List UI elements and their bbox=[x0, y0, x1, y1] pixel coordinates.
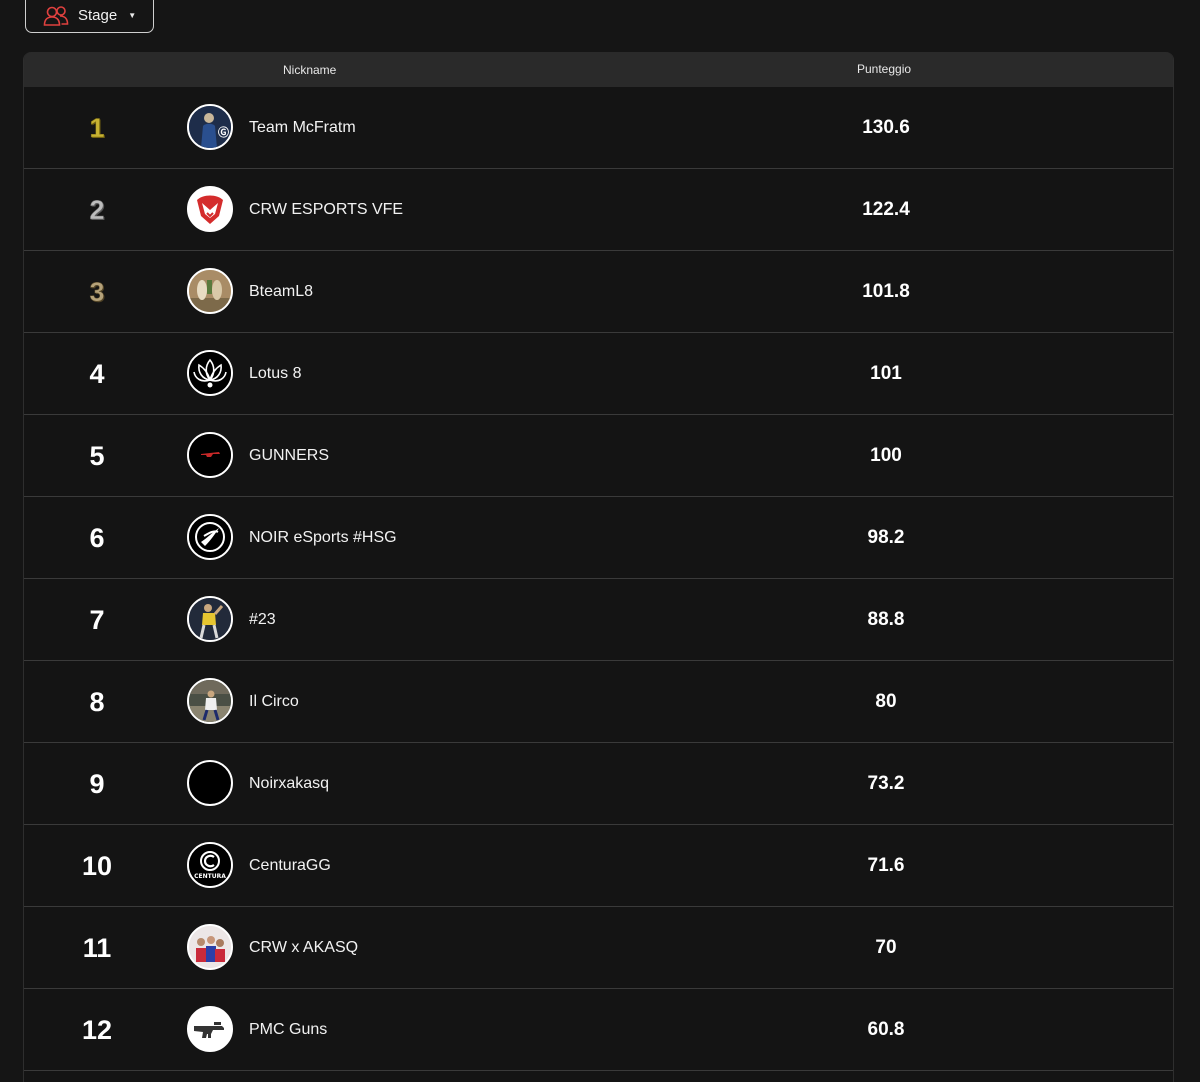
team-nickname-link[interactable]: NOIR eSports #HSG bbox=[249, 497, 397, 579]
rank-number: 12 bbox=[81, 1014, 113, 1045]
table-row[interactable]: 9 Noirxakasq 73.2 bbox=[24, 743, 1173, 825]
rank-number: 7 bbox=[89, 604, 105, 635]
table-row[interactable]: 2 CRW ESPORTS VFE 122.4 bbox=[24, 169, 1173, 251]
rank-number: 1 bbox=[89, 112, 105, 143]
table-row[interactable]: 4 Lotus 8 101 bbox=[24, 333, 1173, 415]
column-header-nickname[interactable]: Nickname bbox=[283, 63, 336, 77]
score-value: 122.4 bbox=[862, 199, 910, 220]
team-nickname-link[interactable]: CRW ESPORTS VFE bbox=[249, 169, 403, 251]
score-value: 71.6 bbox=[867, 855, 905, 876]
rank-number: 2 bbox=[89, 194, 105, 225]
score-value: 73.2 bbox=[867, 773, 905, 794]
svg-text:CENTURA: CENTURA bbox=[194, 873, 226, 880]
rank-number: 10 bbox=[81, 850, 113, 881]
column-header-score[interactable]: Punteggio bbox=[857, 62, 911, 76]
team-nickname-link[interactable]: Team McFratm bbox=[249, 87, 356, 169]
team-avatar bbox=[187, 678, 233, 724]
team-avatar: Ⓖ bbox=[187, 104, 233, 150]
team-nickname-link[interactable]: #23 bbox=[249, 579, 276, 661]
caret-down-icon: ▼ bbox=[128, 11, 137, 20]
leaderboard-table: Nickname Punteggio 1 Ⓖ Team McFratm 130.… bbox=[23, 52, 1174, 1082]
table-row[interactable]: 12 PMC Guns 60.8 bbox=[24, 989, 1173, 1071]
score-value: 98.2 bbox=[867, 527, 905, 548]
score-value: 60.8 bbox=[867, 1019, 905, 1040]
stage-filter-button[interactable]: Stage ▼ bbox=[25, 0, 154, 33]
team-avatar bbox=[187, 924, 233, 970]
team-nickname-link[interactable]: PMC Guns bbox=[249, 989, 327, 1071]
team-avatar bbox=[187, 1006, 233, 1052]
team-avatar bbox=[187, 760, 233, 806]
table-row[interactable]: 8 Il Circo 80 bbox=[24, 661, 1173, 743]
score-value: 101.8 bbox=[862, 281, 910, 302]
users-icon bbox=[43, 5, 69, 27]
team-avatar bbox=[187, 432, 233, 478]
rank-number: 11 bbox=[82, 932, 112, 963]
team-nickname-link[interactable]: Lotus 8 bbox=[249, 333, 301, 415]
table-row[interactable]: 7 #23 88.8 bbox=[24, 579, 1173, 661]
team-avatar: CENTURA bbox=[187, 842, 233, 888]
score-value: 101 bbox=[870, 363, 902, 384]
rank-number: 8 bbox=[89, 686, 105, 717]
table-row[interactable]: 5 GUNNERS 100 bbox=[24, 415, 1173, 497]
team-avatar bbox=[187, 596, 233, 642]
table-row[interactable]: 10 CENTURA CenturaGG 71.6 bbox=[24, 825, 1173, 907]
table-row[interactable]: 11 CRW x AKASQ 70 bbox=[24, 907, 1173, 989]
score-value: 130.6 bbox=[862, 117, 910, 138]
rank-number: 9 bbox=[89, 768, 105, 799]
table-header: Nickname Punteggio bbox=[24, 52, 1173, 87]
rank-number: 3 bbox=[89, 276, 105, 307]
team-nickname-link[interactable]: Noirxakasq bbox=[249, 743, 329, 825]
team-avatar bbox=[187, 268, 233, 314]
rank-number: 5 bbox=[89, 440, 105, 471]
team-nickname-link[interactable]: Il Circo bbox=[249, 661, 299, 743]
rank-number: 6 bbox=[89, 522, 105, 553]
score-value: 70 bbox=[875, 937, 897, 958]
score-value: 80 bbox=[875, 691, 897, 712]
team-nickname-link[interactable]: BteamL8 bbox=[249, 251, 313, 333]
team-nickname-link[interactable]: GUNNERS bbox=[249, 415, 329, 497]
team-avatar bbox=[187, 350, 233, 396]
svg-text:Ⓖ: Ⓖ bbox=[218, 125, 229, 139]
team-nickname-link[interactable]: CenturaGG bbox=[249, 825, 331, 907]
score-value: 88.8 bbox=[867, 609, 905, 630]
team-avatar bbox=[187, 514, 233, 560]
stage-filter-label: Stage bbox=[78, 7, 118, 24]
table-row[interactable]: 6 NOIR eSports #HSG 98.2 bbox=[24, 497, 1173, 579]
rank-number: 4 bbox=[89, 358, 105, 389]
team-avatar bbox=[187, 186, 233, 232]
score-value: 100 bbox=[870, 445, 902, 466]
table-row[interactable]: 3 BteamL8 101.8 bbox=[24, 251, 1173, 333]
table-row[interactable]: 1 Ⓖ Team McFratm 130.6 bbox=[24, 87, 1173, 169]
team-nickname-link[interactable]: CRW x AKASQ bbox=[249, 907, 358, 989]
